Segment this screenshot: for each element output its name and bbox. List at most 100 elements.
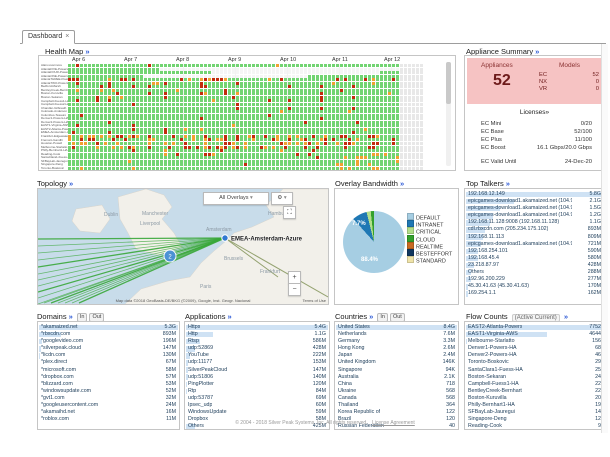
health-cell[interactable] — [332, 135, 335, 138]
health-cell[interactable] — [92, 167, 95, 170]
health-cell[interactable] — [248, 142, 251, 145]
health-cell[interactable] — [288, 149, 291, 152]
health-cell[interactable] — [196, 142, 199, 145]
health-cell[interactable] — [300, 75, 303, 78]
health-cell[interactable] — [148, 160, 151, 163]
health-cell[interactable] — [376, 138, 379, 141]
health-cell[interactable] — [332, 160, 335, 163]
health-cell[interactable] — [180, 92, 183, 95]
health-cell[interactable] — [372, 114, 375, 117]
health-cell[interactable] — [172, 92, 175, 95]
health-cell[interactable] — [76, 64, 79, 67]
health-cell[interactable] — [128, 160, 131, 163]
health-cell[interactable] — [116, 160, 119, 163]
health-cell[interactable] — [164, 107, 167, 110]
health-cell[interactable] — [284, 149, 287, 152]
health-cell[interactable] — [204, 110, 207, 113]
health-cell[interactable] — [84, 96, 87, 99]
health-cell[interactable] — [116, 114, 119, 117]
health-cell[interactable] — [184, 160, 187, 163]
health-cell[interactable] — [192, 75, 195, 78]
health-cell[interactable] — [228, 156, 231, 159]
health-cell[interactable] — [248, 96, 251, 99]
health-cell[interactable] — [272, 110, 275, 113]
health-cell[interactable] — [364, 110, 367, 113]
health-cell[interactable] — [184, 124, 187, 127]
health-cell[interactable] — [216, 135, 219, 138]
health-cell[interactable] — [280, 71, 283, 74]
health-cell[interactable] — [84, 110, 87, 113]
health-cell[interactable] — [232, 131, 235, 134]
health-cell[interactable] — [232, 153, 235, 156]
health-cell[interactable] — [224, 103, 227, 106]
health-cell[interactable] — [200, 167, 203, 170]
health-cell[interactable] — [372, 89, 375, 92]
health-cell[interactable] — [284, 82, 287, 85]
health-cell[interactable] — [184, 128, 187, 131]
health-cell[interactable] — [336, 71, 339, 74]
health-cell[interactable] — [264, 156, 267, 159]
health-cell[interactable] — [344, 92, 347, 95]
health-cell[interactable] — [264, 138, 267, 141]
health-cell[interactable] — [312, 107, 315, 110]
health-cell[interactable] — [300, 99, 303, 102]
health-cell[interactable] — [204, 142, 207, 145]
list-item[interactable]: 2.1KAustralia — [335, 374, 458, 381]
health-cell[interactable] — [116, 121, 119, 124]
health-cell[interactable] — [288, 82, 291, 85]
health-cell[interactable] — [420, 99, 423, 102]
health-cell[interactable] — [188, 131, 191, 134]
health-cell[interactable] — [128, 163, 131, 166]
health-cell[interactable] — [192, 107, 195, 110]
health-cell[interactable] — [84, 117, 87, 120]
health-cell[interactable] — [108, 135, 111, 138]
health-cell[interactable] — [80, 160, 83, 163]
health-cell[interactable] — [344, 64, 347, 67]
health-cell[interactable] — [360, 82, 363, 85]
health-cell[interactable] — [120, 135, 123, 138]
health-cell[interactable] — [184, 156, 187, 159]
health-cell[interactable] — [324, 160, 327, 163]
health-cell[interactable] — [200, 89, 203, 92]
health-cell[interactable] — [244, 146, 247, 149]
health-cell[interactable] — [284, 107, 287, 110]
health-cell[interactable] — [76, 75, 79, 78]
health-cell[interactable] — [216, 156, 219, 159]
health-cell[interactable] — [252, 135, 255, 138]
health-cell[interactable] — [100, 128, 103, 131]
health-cell[interactable] — [104, 149, 107, 152]
health-cell[interactable] — [412, 85, 415, 88]
health-cell[interactable] — [268, 71, 271, 74]
health-cell[interactable] — [168, 124, 171, 127]
health-cell[interactable] — [160, 124, 163, 127]
health-cell[interactable] — [268, 64, 271, 67]
health-cell[interactable] — [356, 64, 359, 67]
health-cell[interactable] — [252, 138, 255, 141]
health-cell[interactable] — [108, 124, 111, 127]
health-cell[interactable] — [328, 117, 331, 120]
health-cell[interactable] — [396, 107, 399, 110]
health-cell[interactable] — [124, 142, 127, 145]
health-cell[interactable] — [176, 146, 179, 149]
health-cell[interactable] — [408, 107, 411, 110]
health-cell[interactable] — [348, 156, 351, 159]
health-cell[interactable] — [300, 128, 303, 131]
health-cell[interactable] — [124, 156, 127, 159]
health-cell[interactable] — [396, 85, 399, 88]
health-cell[interactable] — [416, 117, 419, 120]
health-cell[interactable] — [200, 142, 203, 145]
health-cell[interactable] — [284, 96, 287, 99]
health-cell[interactable] — [124, 103, 127, 106]
health-cell[interactable] — [176, 64, 179, 67]
health-cell[interactable] — [104, 82, 107, 85]
health-cell[interactable] — [156, 131, 159, 134]
health-cell[interactable] — [200, 114, 203, 117]
zoom-out-button[interactable]: − — [288, 283, 301, 296]
health-cell[interactable] — [388, 78, 391, 81]
health-cell[interactable] — [216, 99, 219, 102]
health-cell[interactable] — [296, 135, 299, 138]
health-cell[interactable] — [324, 82, 327, 85]
health-cell[interactable] — [220, 64, 223, 67]
health-cell[interactable] — [108, 138, 111, 141]
health-cell[interactable] — [248, 107, 251, 110]
